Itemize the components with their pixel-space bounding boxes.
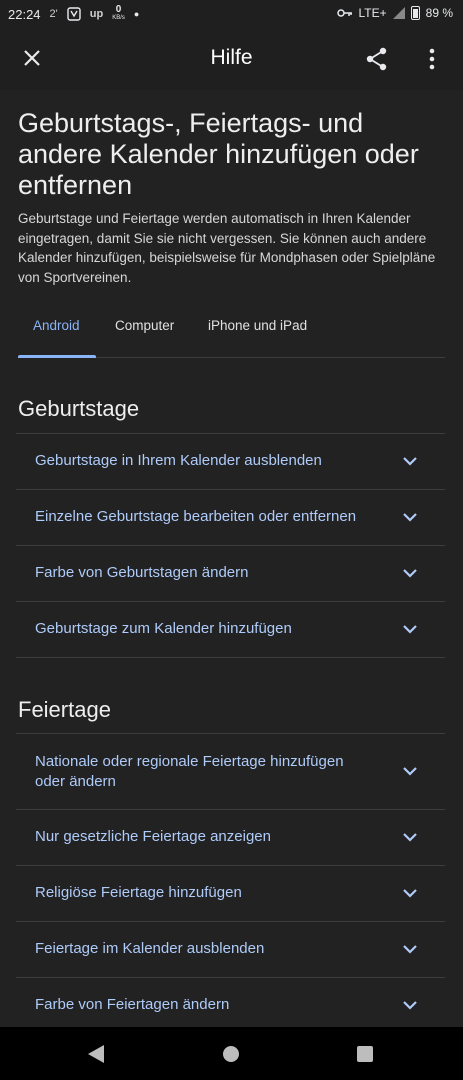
chevron-down-icon xyxy=(403,1001,417,1010)
share-icon[interactable] xyxy=(364,46,390,72)
tab-iphone-ipad[interactable]: iPhone und iPad xyxy=(208,318,307,333)
accordion-item[interactable]: Nationale oder regionale Feiertage hinzu… xyxy=(16,734,445,810)
accordion-item-label: Geburtstage zum Kalender hinzufügen xyxy=(35,620,292,637)
accordion-item-label: Farbe von Feiertagen ändern xyxy=(35,996,230,1013)
active-tab-indicator xyxy=(18,355,96,358)
accordion-item-label: Einzelne Geburtstage bearbeiten oder ent… xyxy=(35,508,357,525)
accordion-item[interactable]: Farbe von Geburtstagen ändern xyxy=(16,546,445,602)
accordion-item-label: Feiertage im Kalender ausblenden xyxy=(35,940,265,957)
article-intro: Geburtstage und Feiertage werden automat… xyxy=(18,211,436,285)
accordion-item[interactable]: Einzelne Geburtstage bearbeiten oder ent… xyxy=(16,490,445,546)
home-circle-icon[interactable] xyxy=(223,1046,239,1062)
accordion-item-label: Nationale oder regionale Feiertage hinzu… xyxy=(35,753,344,790)
accordion-item[interactable]: Religiöse Feiertage hinzufügen xyxy=(16,866,445,922)
notification-count: 2' xyxy=(49,8,58,20)
section-title-geburtstage: Geburtstage xyxy=(18,396,140,421)
vpn-key-icon xyxy=(336,9,352,17)
battery-level: 89 % xyxy=(425,6,453,20)
help-article: Geburtstags-, Feiertags- und andere Kale… xyxy=(0,90,463,1027)
chevron-down-icon xyxy=(403,767,417,776)
status-bar: 22:24 2' up 0 KB/s ● LTE+ 89 % xyxy=(0,0,463,28)
accordion-item[interactable]: Geburtstage zum Kalender hinzufügen xyxy=(16,602,445,658)
tab-computer[interactable]: Computer xyxy=(115,318,174,333)
chevron-down-icon xyxy=(403,457,417,466)
more-vert-icon[interactable] xyxy=(420,46,444,72)
article-title: Geburtstags-, Feiertags- und andere Kale… xyxy=(18,108,419,200)
chevron-down-icon xyxy=(403,625,417,634)
chevron-down-icon xyxy=(403,569,417,578)
status-time: 22:24 xyxy=(8,6,41,22)
accordion-item[interactable]: Feiertage im Kalender ausblenden xyxy=(16,922,445,978)
chevron-down-icon xyxy=(403,513,417,522)
feiertage-list: Nationale oder regionale Feiertage hinzu… xyxy=(16,733,445,1027)
tab-android[interactable]: Android xyxy=(33,318,80,333)
up-label: up xyxy=(89,8,104,20)
network-type: LTE+ xyxy=(358,6,387,20)
signal-icon xyxy=(392,7,405,19)
section-title-feiertage: Feiertage xyxy=(18,697,111,722)
page-title: Hilfe xyxy=(210,46,253,69)
platform-tabs: Android Computer iPhone und iPad xyxy=(18,312,445,358)
accordion-item-label: Geburtstage in Ihrem Kalender ausblenden xyxy=(35,452,322,469)
geburtstage-list: Geburtstage in Ihrem Kalender ausblenden… xyxy=(16,433,445,658)
chevron-down-icon xyxy=(403,833,417,842)
accordion-item[interactable]: Nur gesetzliche Feiertage anzeigen xyxy=(16,810,445,866)
chevron-down-icon xyxy=(403,945,417,954)
chevron-down-icon xyxy=(403,889,417,898)
dot-icon: ● xyxy=(133,9,140,19)
system-nav-bar xyxy=(0,1027,463,1080)
accordion-item[interactable]: Farbe von Feiertagen ändern xyxy=(16,978,445,1027)
top-app-bar: Hilfe xyxy=(0,28,463,90)
accordion-item[interactable]: Geburtstage in Ihrem Kalender ausblenden xyxy=(16,434,445,490)
net-speed-value: 0 xyxy=(115,4,122,15)
recents-square-icon[interactable] xyxy=(357,1046,373,1062)
back-triangle-icon[interactable] xyxy=(88,1045,104,1063)
notification-icon xyxy=(67,7,81,21)
battery-icon xyxy=(410,6,420,20)
net-speed-unit: KB/s xyxy=(112,15,125,21)
accordion-item-label: Nur gesetzliche Feiertage anzeigen xyxy=(35,828,271,845)
net-speed: 0 KB/s xyxy=(112,4,125,22)
accordion-item-label: Religiöse Feiertage hinzufügen xyxy=(35,884,242,901)
accordion-item-label: Farbe von Geburtstagen ändern xyxy=(35,564,249,581)
